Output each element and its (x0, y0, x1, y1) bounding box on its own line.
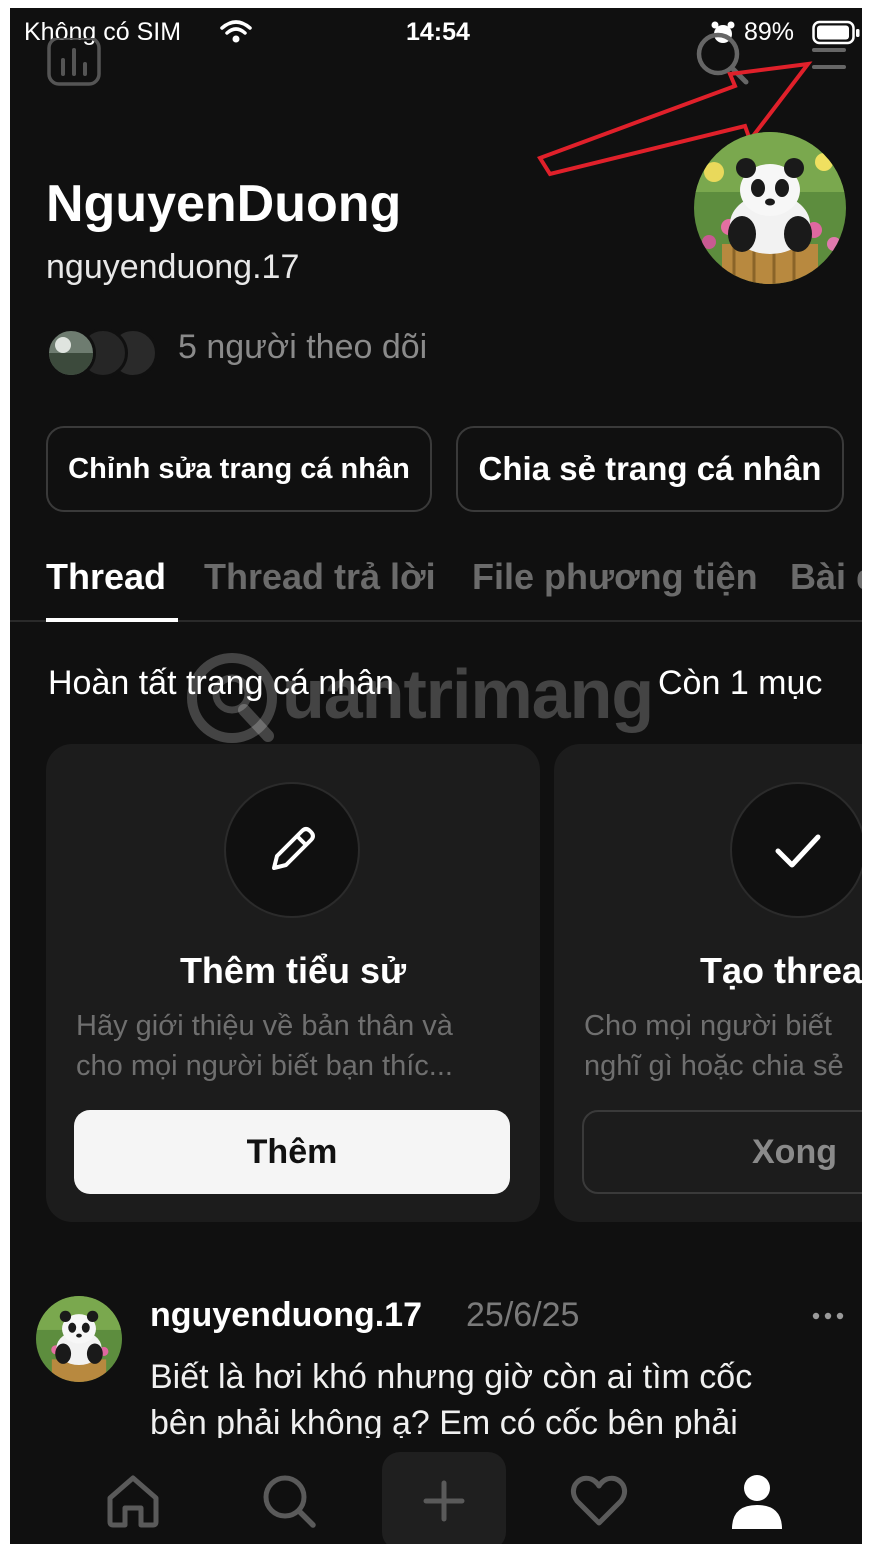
card-description-line: Hãy giới thiệu về bản thân và (76, 1010, 453, 1042)
card-description-line: cho mọi người biết bạn thíc... (76, 1050, 453, 1082)
insights-icon[interactable] (46, 38, 102, 88)
wifi-icon (220, 20, 252, 43)
more-options-icon[interactable] (810, 1306, 846, 1326)
done-button[interactable]: Xong (582, 1110, 862, 1194)
add-bio-button[interactable]: Thêm (74, 1110, 510, 1194)
card-title: Thêm tiểu sử (179, 950, 407, 991)
username: nguyenduong.17 (46, 248, 300, 286)
card-description-line: Cho mọi người biết (584, 1010, 832, 1042)
display-name: NguyenDuong (46, 175, 402, 233)
bottom-nav (10, 1438, 862, 1544)
nav-home[interactable] (100, 1468, 166, 1534)
nav-activity[interactable] (566, 1468, 632, 1534)
card-description: Cho mọi người biết nghĩ gì hoặc chia sẻ (584, 1006, 862, 1086)
tab-media[interactable]: File phương tiện (472, 556, 758, 598)
search-icon (263, 1475, 316, 1528)
edit-profile-button[interactable]: Chỉnh sửa trang cá nhân (46, 426, 432, 512)
complete-profile-card: Thêm tiểu sử Hãy giới thiệu về bản thân … (46, 744, 540, 1222)
watermark: uantrimang (178, 644, 698, 754)
post-username[interactable]: nguyenduong.17 (150, 1296, 422, 1335)
nav-create[interactable] (382, 1452, 506, 1544)
card-icon-circle (730, 782, 862, 918)
watermark-text: uantrimang (282, 655, 654, 733)
panda-avatar-image (694, 132, 846, 284)
nav-search[interactable] (256, 1468, 322, 1534)
card-icon-circle (224, 782, 360, 918)
complete-profile-card: Tạo threa Cho mọi người biết nghĩ gì hoặ… (554, 744, 862, 1222)
follower-avatars[interactable] (46, 326, 158, 378)
tab-active-indicator (46, 618, 178, 622)
post-date: 25/6/25 (466, 1296, 580, 1334)
tab-thread-replies[interactable]: Thread trả lời (204, 556, 436, 598)
post-text-line: Biết là hơi khó nhưng giờ còn ai tìm cốc (150, 1358, 753, 1396)
home-icon (107, 1475, 159, 1528)
followers-count[interactable]: 5 người theo dõi (178, 328, 427, 367)
plus-icon (423, 1480, 465, 1522)
tab-thread[interactable]: Thread (46, 556, 166, 598)
watermark-logo-icon (187, 653, 277, 743)
share-profile-button[interactable]: Chia sẻ trang cá nhân (456, 426, 844, 512)
card-description-line: nghĩ gì hoặc chia sẻ (584, 1050, 844, 1082)
profile-avatar[interactable] (694, 132, 846, 284)
check-icon (775, 834, 821, 868)
card-title: Tạo threa (700, 950, 862, 991)
pencil-icon (272, 827, 315, 870)
heart-icon (570, 1475, 628, 1526)
card-description: Hãy giới thiệu về bản thân và cho mọi ng… (76, 1006, 516, 1086)
follower-avatar (46, 328, 96, 378)
post-avatar[interactable] (36, 1296, 122, 1382)
profile-icon (732, 1475, 782, 1529)
threads-profile-screen: Không có SIM 14:54 89% NguyenDuong nguye… (10, 8, 862, 1544)
clock-label: 14:54 (406, 18, 470, 46)
tab-reposts[interactable]: Bài đ (790, 556, 862, 598)
panda-avatar-image (36, 1296, 122, 1382)
nav-profile[interactable] (722, 1466, 792, 1536)
